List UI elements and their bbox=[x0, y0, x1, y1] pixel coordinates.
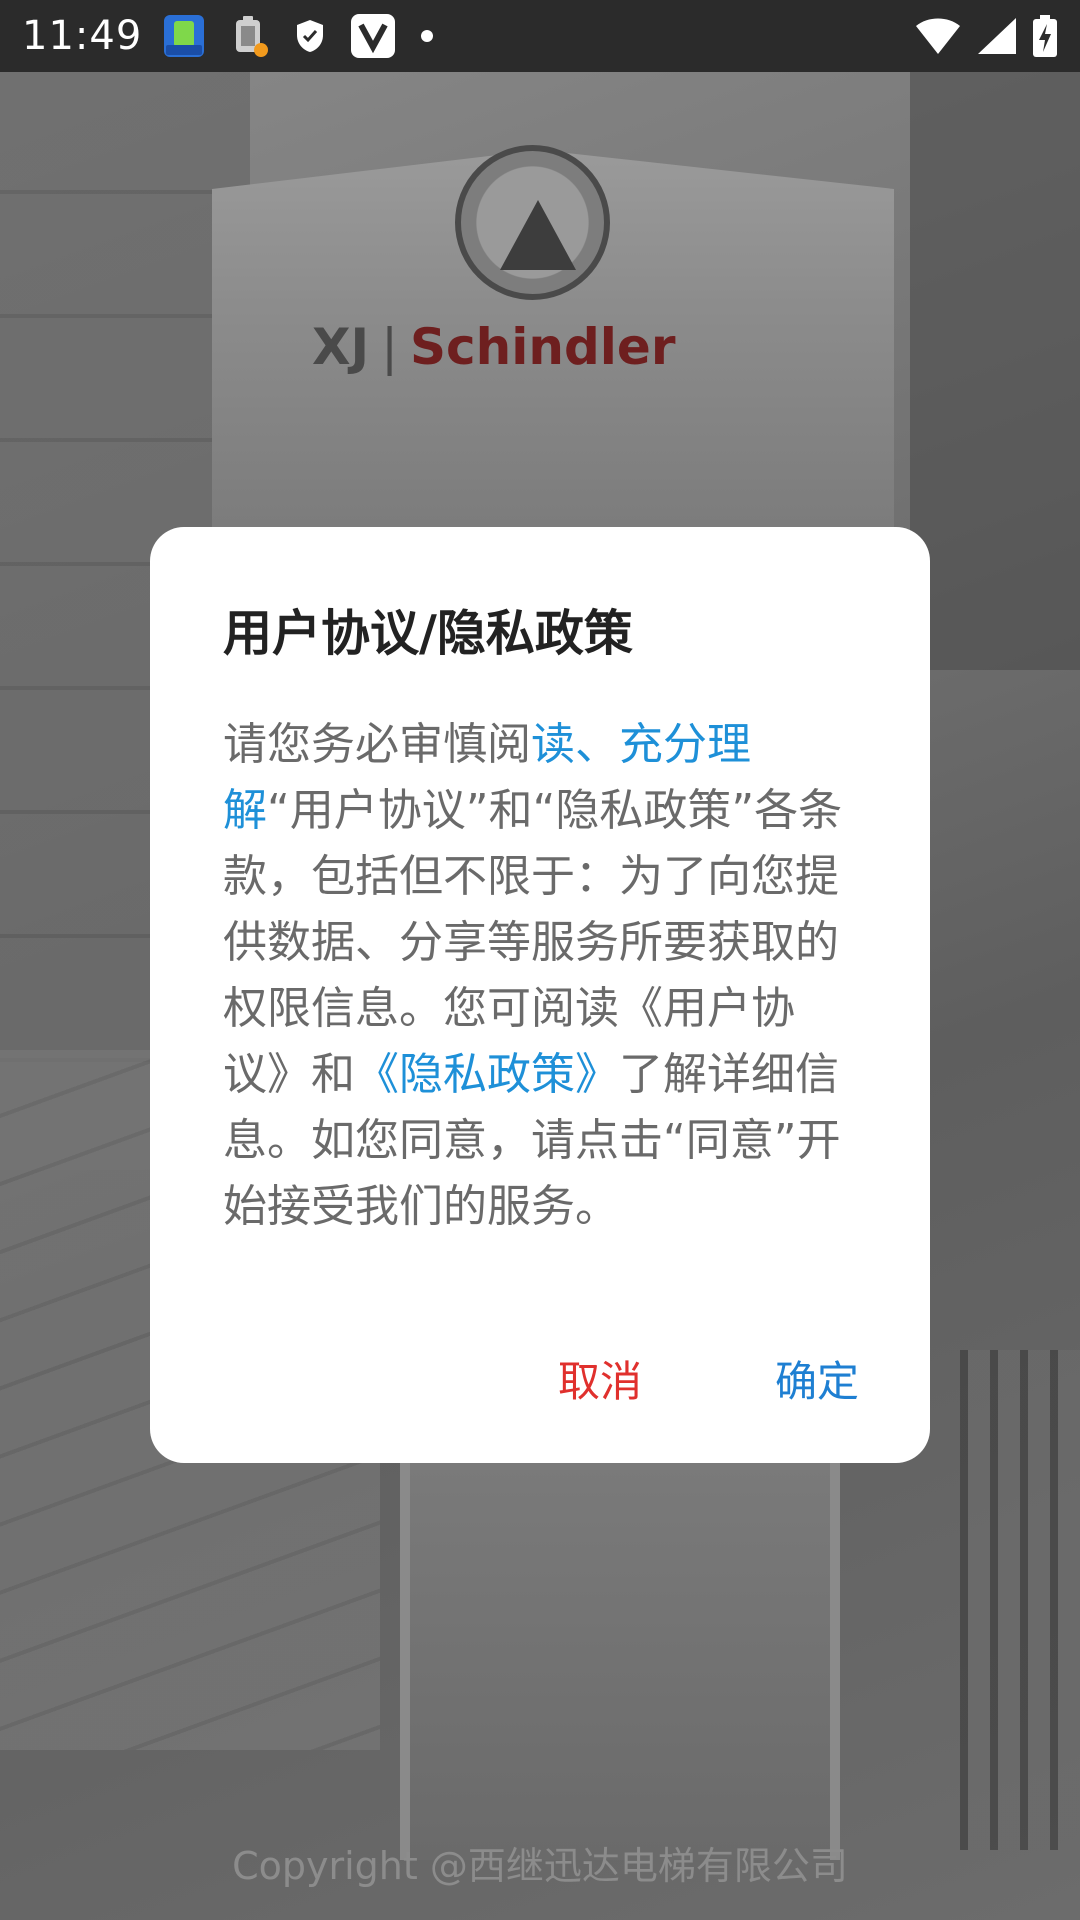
screen: XJ | Schindler Copyright @西继迅达电梯有限公司 11:49 bbox=[0, 0, 1080, 1920]
wifi-icon bbox=[914, 16, 962, 56]
logo-brand: Schindler bbox=[410, 318, 676, 376]
privacy-policy-link[interactable]: 《隐私政策》 bbox=[355, 1049, 619, 1100]
app-notification-icon bbox=[162, 13, 206, 59]
dot-icon bbox=[420, 29, 434, 43]
dialog-title: 用户协议/隐私政策 bbox=[223, 605, 633, 662]
dialog-message: 请您务必审慎阅读、充分理解“用户协议”和“隐私政策”各条款，包括但不限于：为了向… bbox=[223, 712, 858, 1240]
status-time: 11:49 bbox=[22, 13, 143, 59]
cancel-button[interactable]: 取消 bbox=[558, 1347, 642, 1417]
status-bar: 11:49 bbox=[0, 0, 1080, 72]
logo-separator: | bbox=[381, 318, 399, 376]
logo-prefix: XJ bbox=[312, 318, 370, 376]
signal-icon bbox=[976, 16, 1018, 56]
background-railing bbox=[960, 1350, 1080, 1850]
shield-icon bbox=[294, 18, 326, 54]
logo-peak-icon bbox=[500, 200, 576, 270]
status-right-group bbox=[900, 14, 1058, 58]
background-wall-right bbox=[910, 70, 1080, 670]
battery-alert-icon bbox=[230, 14, 270, 58]
vpn-v-icon bbox=[350, 13, 396, 59]
confirm-button[interactable]: 确定 bbox=[775, 1347, 859, 1417]
battery-charging-icon bbox=[1032, 14, 1058, 58]
logo-text: XJ | Schindler bbox=[312, 318, 676, 376]
dialog-text-part1: 请您务必审慎阅 bbox=[223, 718, 531, 770]
brand-logo: XJ | Schindler bbox=[300, 140, 700, 390]
dialog-actions: 取消 确定 bbox=[150, 1347, 930, 1417]
privacy-dialog: 用户协议/隐私政策 请您务必审慎阅读、充分理解“用户协议”和“隐私政策”各条款，… bbox=[150, 527, 930, 1463]
copyright-text: Copyright @西继迅达电梯有限公司 bbox=[232, 1844, 848, 1888]
background-elevator-bottom bbox=[400, 1460, 840, 1860]
